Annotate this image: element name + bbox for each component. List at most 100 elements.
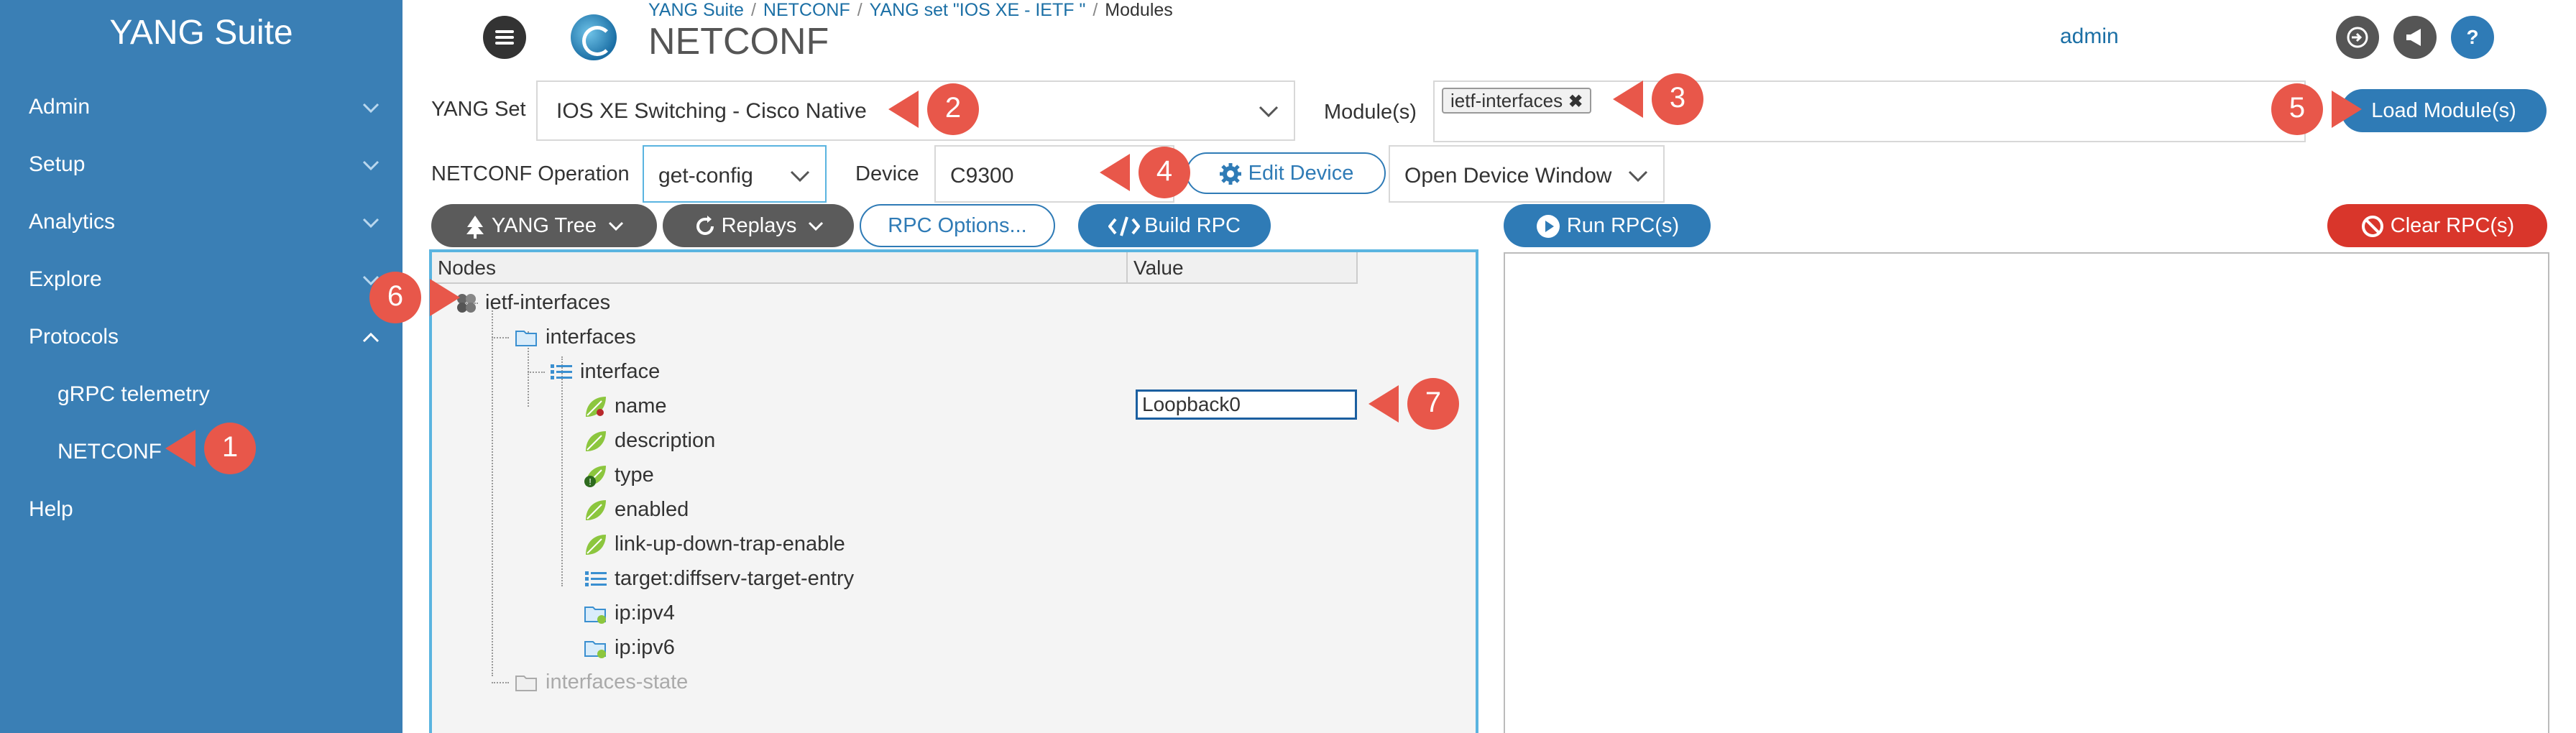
- list-icon: [585, 571, 607, 587]
- breadcrumb-link[interactable]: YANG Suite: [648, 0, 744, 20]
- sidebar-item-admin[interactable]: Admin: [0, 85, 402, 128]
- sidebar-item-label: Setup: [29, 152, 86, 176]
- brand-title[interactable]: YANG Suite: [0, 13, 402, 52]
- menu-toggle-button[interactable]: [483, 16, 526, 59]
- user-menu[interactable]: admin: [2060, 24, 2119, 49]
- callout-number: 6: [387, 280, 404, 312]
- tree-node-interfaces-state[interactable]: interfaces-state: [514, 668, 688, 696]
- leaf-icon: [586, 431, 606, 452]
- module-tag[interactable]: ietf-interfaces ✖: [1442, 88, 1592, 114]
- name-value-input[interactable]: Loopback0: [1136, 389, 1357, 420]
- tree-node-enabled[interactable]: enabled: [583, 495, 689, 524]
- svg-text:!: !: [589, 476, 592, 487]
- rpc-options-button[interactable]: RPC Options...: [860, 204, 1055, 247]
- build-rpc-button[interactable]: Build RPC: [1078, 204, 1271, 247]
- value-column-header[interactable]: Value: [1128, 252, 1358, 284]
- callout-marker: 5: [2257, 80, 2365, 138]
- folder-augment-icon: [584, 641, 606, 659]
- logout-button[interactable]: [2336, 16, 2379, 59]
- chevron-down-icon: [809, 222, 824, 231]
- yang-tree-button[interactable]: YANG Tree: [431, 204, 657, 247]
- sidebar-item-label: Admin: [29, 95, 91, 119]
- sidebar-item-explore[interactable]: Explore: [0, 257, 402, 300]
- yang-set-label: YANG Set: [431, 98, 526, 121]
- breadcrumb-link[interactable]: YANG set "IOS XE - IETF ": [870, 0, 1086, 20]
- tree-node-link-up-down-trap-enable[interactable]: link-up-down-trap-enable: [583, 530, 845, 558]
- modules-select[interactable]: ietf-interfaces ✖: [1433, 80, 2306, 142]
- callout-marker: 1: [162, 420, 270, 477]
- chevron-down-icon: [790, 170, 810, 183]
- callout-marker: 2: [886, 80, 993, 138]
- tree-header: Nodes Value: [432, 252, 1476, 284]
- leaf-icon: [586, 535, 606, 555]
- tree-node-description[interactable]: description: [583, 426, 715, 455]
- tree-node-ipv6[interactable]: ip:ipv6: [583, 633, 675, 662]
- sidebar-item-analytics[interactable]: Analytics: [0, 200, 402, 243]
- help-icon: ?: [2466, 26, 2479, 48]
- chevron-down-icon: [609, 222, 624, 231]
- help-button[interactable]: ?: [2451, 16, 2494, 59]
- page-title: NETCONF: [648, 21, 829, 63]
- netconf-operation-select[interactable]: get-config: [643, 145, 827, 203]
- tree-node-diffserv-target-entry[interactable]: target:diffserv-target-entry: [583, 564, 854, 593]
- sidebar-item-label: Help: [29, 497, 73, 521]
- folder-open-icon: [515, 331, 537, 347]
- replays-button[interactable]: Replays: [663, 204, 854, 247]
- clear-rpc-button[interactable]: Clear RPC(s): [2327, 204, 2547, 247]
- nodes-column-header[interactable]: Nodes: [432, 252, 1128, 284]
- callout-number: 5: [2288, 92, 2306, 124]
- chevron-down-icon: [362, 103, 380, 114]
- chevron-down-icon: [362, 160, 380, 171]
- announce-button[interactable]: [2393, 16, 2437, 59]
- code-icon: [1108, 216, 1141, 236]
- breadcrumb: YANG Suite / NETCONF / YANG set "IOS XE - IE…: [648, 0, 1173, 20]
- open-device-window-select[interactable]: Open Device Window: [1389, 145, 1665, 203]
- sidebar-item-label: Analytics: [29, 210, 116, 234]
- edit-device-button[interactable]: Edit Device: [1186, 152, 1386, 194]
- open-device-window-label: Open Device Window: [1404, 164, 1612, 188]
- hamburger-icon: [495, 30, 514, 33]
- operation-value: get-config: [658, 164, 753, 188]
- list-icon: [551, 364, 572, 380]
- sidebar-item-setup[interactable]: Setup: [0, 142, 402, 185]
- chevron-down-icon: [1259, 106, 1279, 118]
- tree-node-interfaces[interactable]: interfaces: [514, 323, 636, 351]
- callout-marker: 3: [1610, 70, 1718, 128]
- device-value: C9300: [950, 164, 1014, 188]
- leaf-icon: [586, 500, 606, 521]
- yang-suite-logo-icon: [571, 14, 617, 60]
- sidebar-item-help[interactable]: Help: [0, 487, 402, 530]
- sidebar-item-label: gRPC telemetry: [58, 382, 210, 406]
- folder-augment-icon: [584, 607, 606, 624]
- breadcrumb-current: Modules: [1105, 0, 1173, 20]
- tree-node-name[interactable]: name: [583, 392, 667, 420]
- callout-number: 1: [221, 431, 239, 463]
- callout-number: 4: [1156, 155, 1173, 187]
- leaf-mandatory-icon: !: [584, 466, 606, 488]
- load-modules-button[interactable]: Load Module(s): [2341, 89, 2547, 132]
- tree-node-type[interactable]: ! type: [583, 461, 654, 489]
- modules-label: Module(s): [1324, 101, 1417, 124]
- rpc-output-panel[interactable]: [1504, 252, 2549, 733]
- tree-node-ietf-interfaces[interactable]: ietf-interfaces: [454, 288, 610, 317]
- run-rpc-button[interactable]: Run RPC(s): [1504, 204, 1711, 247]
- callout-number: 7: [1425, 387, 1442, 418]
- sidebar-item-label: Explore: [29, 267, 102, 291]
- tree-node-ipv4[interactable]: ip:ipv4: [583, 599, 675, 627]
- sidebar-item-grpc-telemetry[interactable]: gRPC telemetry: [0, 372, 402, 415]
- sidebar-item-label: NETCONF: [58, 440, 162, 464]
- netconf-operation-label: NETCONF Operation: [431, 162, 630, 185]
- yang-set-value: IOS XE Switching - Cisco Native: [556, 99, 867, 123]
- play-icon: [1536, 215, 1560, 239]
- callout-number: 3: [1669, 82, 1686, 114]
- tree-node-interface[interactable]: interface: [548, 357, 660, 386]
- sidebar: YANG Suite Admin Setup Analytics Explore…: [0, 0, 402, 733]
- sidebar-item-protocols[interactable]: Protocols: [0, 315, 402, 358]
- breadcrumb-link[interactable]: NETCONF: [763, 0, 850, 20]
- folder-open-icon: [515, 676, 537, 692]
- chevron-up-icon: [362, 332, 380, 343]
- announce-icon: [2406, 29, 2421, 46]
- callout-marker: 7: [1366, 375, 1473, 433]
- tree-icon: [466, 216, 484, 239]
- remove-tag-icon[interactable]: ✖: [1568, 92, 1583, 111]
